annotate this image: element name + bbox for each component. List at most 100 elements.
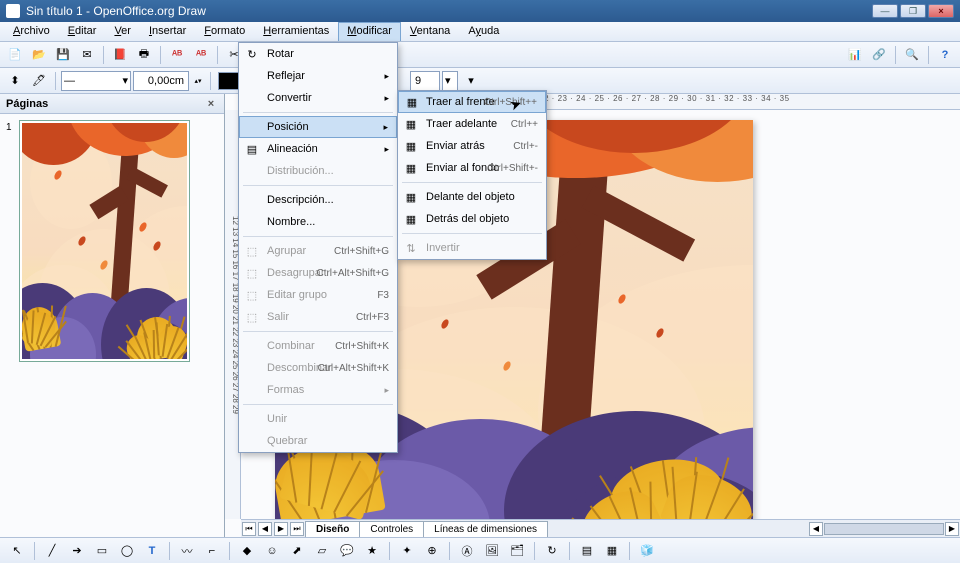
menu-icon: ⬚ — [244, 243, 260, 259]
modificar-item-1[interactable]: Reflejar▸ — [239, 65, 397, 87]
align-tool[interactable]: ▤ — [576, 540, 598, 562]
pages-panel-header: Páginas × — [0, 94, 224, 114]
select-tool[interactable]: ↖ — [6, 540, 28, 562]
tab-last-button[interactable]: ⏭ — [290, 522, 304, 536]
flowchart-tool[interactable]: ▱ — [311, 540, 333, 562]
pages-panel-close-icon[interactable]: × — [204, 98, 218, 110]
tab-prev-button[interactable]: ◀ — [258, 522, 272, 536]
menu-icon: ▦ — [404, 94, 420, 110]
zoom-extra-button[interactable]: ▾ — [460, 70, 482, 92]
posicion-item-6[interactable]: ▦ Detrás del objeto — [398, 208, 546, 230]
modificar-item-8[interactable]: Descripción... — [239, 189, 397, 211]
modificar-item-2[interactable]: Convertir▸ — [239, 87, 397, 109]
extrusion-tool[interactable]: 🧊 — [636, 540, 658, 562]
menu-ver[interactable]: Ver — [105, 22, 140, 41]
menu-modificar[interactable]: Modificar — [338, 22, 401, 41]
shortcut-label: Ctrl+Shift+G — [334, 246, 389, 257]
save-button[interactable]: 💾 — [52, 44, 74, 66]
menu-icon: ⇅ — [403, 240, 419, 256]
close-button[interactable]: × — [928, 4, 954, 18]
menu-item-label: Detrás del objeto — [426, 213, 509, 225]
chart-button[interactable]: 📊 — [844, 44, 866, 66]
tab-dimensions[interactable]: Líneas de dimensiones — [423, 521, 548, 537]
posicion-item-3[interactable]: ▦Enviar al fondoCtrl+Shift+- — [398, 157, 546, 179]
modificar-item-11: ⬚AgruparCtrl+Shift+G — [239, 240, 397, 262]
points-tool[interactable]: ✦ — [396, 540, 418, 562]
zoom-dropdown[interactable]: ▾ — [442, 71, 458, 91]
new-doc-button[interactable]: 📄 — [4, 44, 26, 66]
navigator-button[interactable]: 🔍 — [901, 44, 923, 66]
glue-tool[interactable]: ⊕ — [421, 540, 443, 562]
modificar-item-0[interactable]: ↻Rotar — [239, 43, 397, 65]
block-arrows-tool[interactable]: ⬈ — [286, 540, 308, 562]
callout-tool[interactable]: 💬 — [336, 540, 358, 562]
modificar-item-17: DescombinarCtrl+Alt+Shift+K — [239, 357, 397, 379]
tab-next-button[interactable]: ▶ — [274, 522, 288, 536]
modificar-item-9[interactable]: Nombre... — [239, 211, 397, 233]
posicion-item-8: ⇅Invertir — [398, 237, 546, 259]
export-pdf-button[interactable]: 📕 — [109, 44, 131, 66]
help-button[interactable]: ? — [934, 44, 956, 66]
menu-item-label: Quebrar — [267, 435, 307, 447]
rotate-tool[interactable]: ↻ — [541, 540, 563, 562]
zoom-input[interactable] — [410, 71, 440, 91]
maximize-button[interactable]: ❐ — [900, 4, 926, 18]
from-file-tool[interactable]: 🖼 — [481, 540, 503, 562]
tab-design[interactable]: Diseño — [305, 521, 360, 537]
posicion-item-2[interactable]: ▦Enviar atrásCtrl+- — [398, 135, 546, 157]
modificar-item-21: Quebrar — [239, 430, 397, 452]
arrow-tool[interactable]: ➔ — [66, 540, 88, 562]
menu-formato[interactable]: Formato — [195, 22, 254, 41]
fontwork-tool[interactable]: Ⓐ — [456, 540, 478, 562]
rectangle-tool[interactable]: ▭ — [91, 540, 113, 562]
menu-archivo[interactable]: Archivo — [4, 22, 59, 41]
scroll-right-button[interactable]: ▶ — [945, 522, 959, 536]
menu-icon: ▦ — [403, 211, 419, 227]
submenu-arrow-icon: ▸ — [384, 93, 389, 104]
horizontal-scrollbar[interactable] — [824, 523, 944, 535]
modificar-item-4[interactable]: Posición▸ — [239, 116, 397, 138]
ellipse-tool[interactable]: ◯ — [116, 540, 138, 562]
shortcut-label: Ctrl+Alt+Shift+G — [316, 268, 389, 279]
line-style-button[interactable]: 🖊 — [28, 70, 50, 92]
posicion-item-1[interactable]: ▦Traer adelanteCtrl++ — [398, 113, 546, 135]
hyperlink-button[interactable]: 🔗 — [868, 44, 890, 66]
arrange-tool[interactable]: ▦ — [601, 540, 623, 562]
shortcut-label: Ctrl+F3 — [356, 312, 389, 323]
menu-ventana[interactable]: Ventana — [401, 22, 459, 41]
menu-bar: ArchivoEditarVerInsertarFormatoHerramien… — [0, 22, 960, 42]
tab-controls[interactable]: Controles — [359, 521, 424, 537]
page-thumbnail[interactable] — [19, 120, 190, 362]
text-tool[interactable]: T — [141, 540, 163, 562]
minimize-button[interactable]: — — [872, 4, 898, 18]
line-width-stepper[interactable]: ▴▾ — [191, 70, 205, 92]
open-button[interactable]: 📂 — [28, 44, 50, 66]
autocheck-button[interactable]: ᴬᴮ — [190, 44, 212, 66]
posicion-item-5[interactable]: ▦Delante del objeto — [398, 186, 546, 208]
menu-herramientas[interactable]: Herramientas — [254, 22, 338, 41]
email-button[interactable]: ✉ — [76, 44, 98, 66]
modificar-item-14: ⬚SalirCtrl+F3 — [239, 306, 397, 328]
menu-editar[interactable]: Editar — [59, 22, 106, 41]
scroll-left-button[interactable]: ◀ — [809, 522, 823, 536]
star-tool[interactable]: ★ — [361, 540, 383, 562]
arrow-style-button[interactable]: ⬍ — [4, 70, 26, 92]
symbol-shapes-tool[interactable]: ☺ — [261, 540, 283, 562]
modificar-item-18: Formas▸ — [239, 379, 397, 401]
spellcheck-button[interactable]: ᴬᴮ — [166, 44, 188, 66]
line-style-select[interactable]: —▾ — [61, 71, 131, 91]
gallery-tool[interactable]: 🗂 — [506, 540, 528, 562]
line-tool[interactable]: ╱ — [41, 540, 63, 562]
submenu-arrow-icon: ▸ — [384, 71, 389, 82]
menu-insertar[interactable]: Insertar — [140, 22, 195, 41]
line-width-input[interactable] — [133, 71, 189, 91]
tab-first-button[interactable]: ⏮ — [242, 522, 256, 536]
print-button[interactable]: 🖶 — [133, 44, 155, 66]
curve-tool[interactable]: 〰 — [176, 540, 198, 562]
menu-item-label: Nombre... — [267, 216, 315, 228]
menu-item-label: Delante del objeto — [426, 191, 515, 203]
connector-tool[interactable]: ⌐ — [201, 540, 223, 562]
menu-ayuda[interactable]: Ayuda — [459, 22, 508, 41]
modificar-item-5[interactable]: ▤Alineación▸ — [239, 138, 397, 160]
basic-shapes-tool[interactable]: ◆ — [236, 540, 258, 562]
